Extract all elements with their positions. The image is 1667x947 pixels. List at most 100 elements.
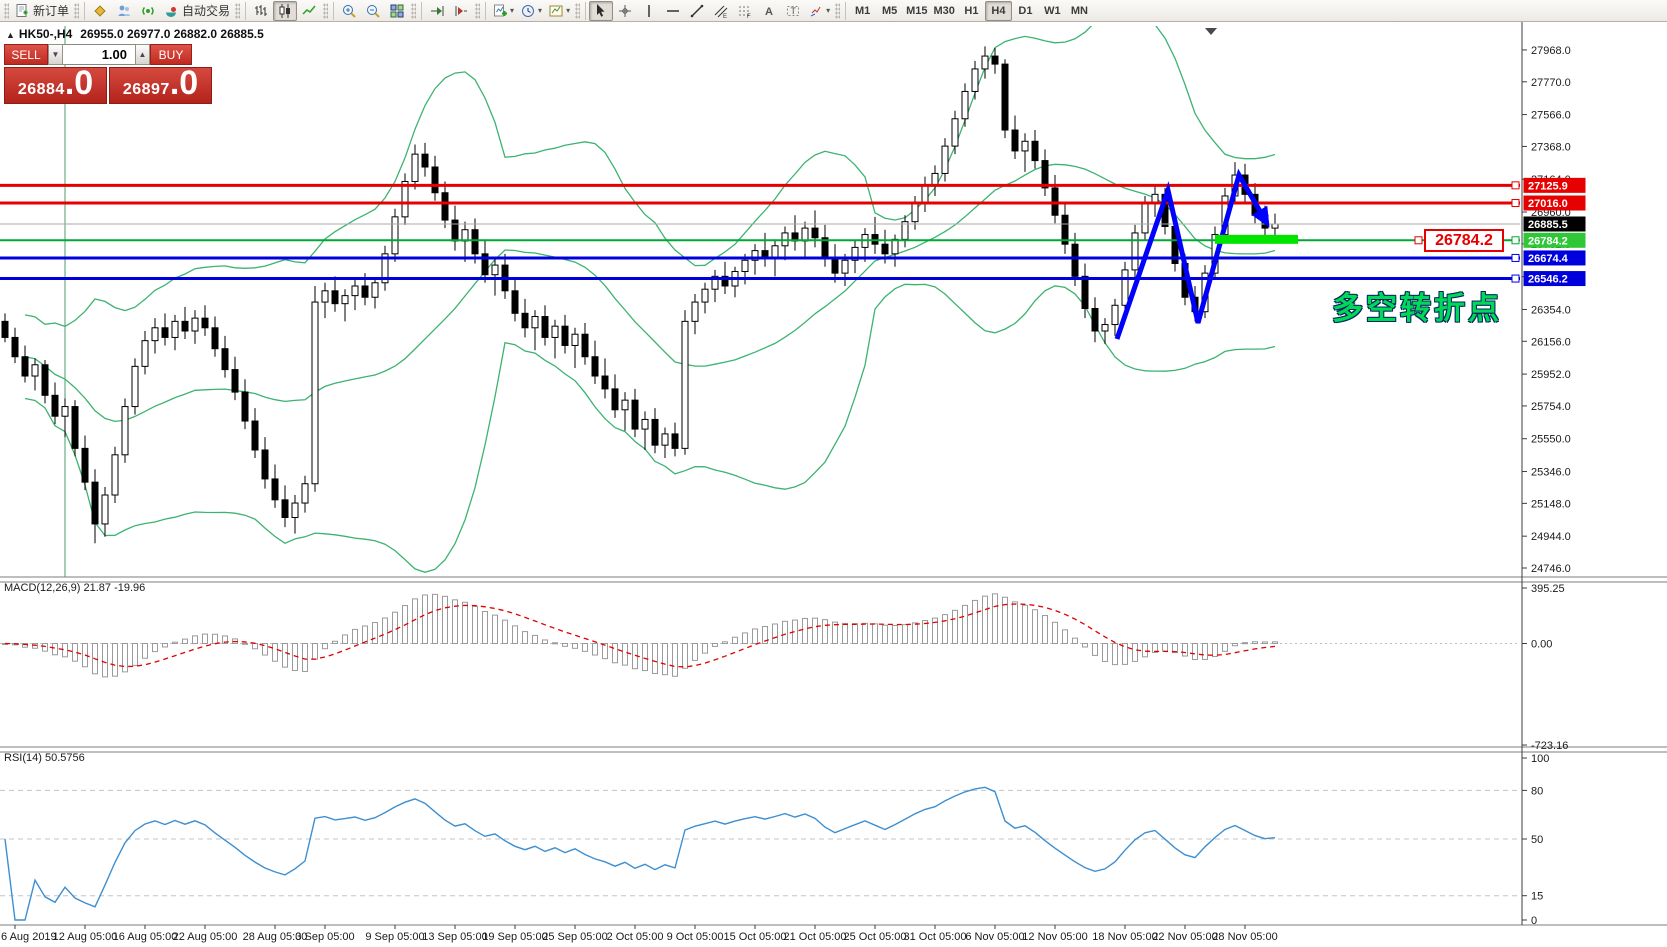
timeframe-m1[interactable]: M1	[849, 1, 876, 21]
templates-button[interactable]: ▾	[545, 1, 573, 21]
zoom-in-button[interactable]	[337, 1, 361, 21]
trendline-icon	[689, 3, 705, 19]
chart-shift-button[interactable]	[449, 1, 473, 21]
svg-text:31 Oct 05:00: 31 Oct 05:00	[904, 931, 967, 943]
crosshair-button[interactable]	[613, 1, 637, 21]
template-icon	[548, 3, 564, 19]
cursor-button[interactable]	[589, 0, 614, 21]
svg-text:A: A	[765, 6, 773, 18]
rsi-indicator-label: RSI(14) 50.5756	[4, 752, 85, 764]
users-icon	[116, 3, 132, 19]
collapse-panel-icon[interactable]: ▲	[6, 30, 15, 40]
tile-windows-button[interactable]	[385, 1, 409, 21]
indicators-button[interactable]: ▾	[489, 1, 517, 21]
svg-text:395.25: 395.25	[1531, 583, 1565, 595]
toolbar-grip	[323, 2, 329, 19]
fibonacci-button[interactable]: F	[733, 1, 757, 21]
marketwatch-icon-button[interactable]	[88, 1, 112, 21]
arrows-button[interactable]: ▾	[805, 1, 833, 21]
time-axis: 6 Aug 201912 Aug 05:0016 Aug 05:0022 Aug…	[1, 925, 1278, 943]
new-order-button[interactable]: 新订单	[11, 1, 72, 21]
toolbar-grip	[235, 2, 241, 19]
volume-increase-button[interactable]: ▲	[135, 44, 150, 65]
svg-text:27968.0: 27968.0	[1531, 45, 1571, 57]
text-label-button[interactable]: T	[781, 1, 805, 21]
periods-button[interactable]: ▾	[517, 1, 545, 21]
timeframe-h1[interactable]: H1	[958, 1, 985, 21]
indicators-icon	[492, 3, 508, 19]
timeframe-w1[interactable]: W1	[1039, 1, 1066, 21]
bar-chart-button[interactable]	[249, 1, 273, 21]
sell-price-fraction: .0	[64, 64, 94, 102]
buy-price-fraction: .0	[169, 64, 199, 102]
buy-button[interactable]: BUY	[150, 44, 192, 65]
toolbar-separator	[485, 1, 487, 20]
price-callout-box[interactable]: 26784.2	[1424, 229, 1504, 252]
rsi-value: 50.5756	[44, 752, 85, 764]
vertical-line-button[interactable]	[637, 1, 661, 21]
buy-price[interactable]: 26897 .0	[109, 64, 212, 104]
macd-name: MACD(12,26,9)	[4, 582, 81, 594]
svg-text:22 Nov 05:00: 22 Nov 05:00	[1152, 931, 1217, 943]
label-icon: T	[785, 3, 801, 19]
timeframe-mn[interactable]: MN	[1066, 1, 1093, 21]
candles-icon	[277, 3, 293, 19]
auto-scroll-button[interactable]	[425, 1, 449, 21]
svg-text:80: 80	[1531, 785, 1543, 797]
robot-icon	[163, 3, 179, 19]
line-icon	[301, 3, 317, 19]
toolbar-separator	[333, 1, 335, 20]
chevron-down-icon: ▾	[566, 6, 571, 15]
svg-text:26354.0: 26354.0	[1531, 304, 1571, 316]
svg-text:25 Oct 05:00: 25 Oct 05:00	[844, 931, 907, 943]
text-icon: A	[761, 3, 777, 19]
trendline-button[interactable]	[685, 1, 709, 21]
macd-indicator-label: MACD(12,26,9) 21.87 -19.96	[4, 582, 145, 594]
toolbar-grip	[835, 2, 841, 19]
svg-text:27125.9: 27125.9	[1528, 180, 1568, 192]
toolbar-grip	[411, 2, 417, 19]
svg-text:27016.0: 27016.0	[1528, 198, 1568, 210]
signals-button[interactable]	[136, 1, 160, 21]
svg-text:26674.4: 26674.4	[1528, 253, 1569, 265]
line-chart-button[interactable]	[297, 1, 321, 21]
chart-area[interactable]: 27968.027770.027566.027368.027164.026960…	[0, 0, 1667, 947]
timeframe-h4[interactable]: H4	[984, 0, 1012, 21]
horizontal-line-button[interactable]	[661, 1, 685, 21]
data-window-button[interactable]	[112, 1, 136, 21]
sell-price[interactable]: 26884 .0	[4, 64, 107, 104]
volume-input[interactable]	[63, 44, 135, 65]
sell-button[interactable]: SELL	[4, 44, 48, 65]
buy-price-main: 26897	[122, 81, 170, 98]
svg-text:E: E	[723, 14, 727, 19]
svg-text:F: F	[747, 14, 751, 19]
timeframe-d1[interactable]: D1	[1012, 1, 1039, 21]
equidistant-channel-button[interactable]: E	[709, 1, 733, 21]
chevron-down-icon: ▾	[826, 6, 831, 15]
svg-text:6 Nov 05:00: 6 Nov 05:00	[965, 931, 1024, 943]
timeframe-m15[interactable]: M15	[903, 1, 930, 21]
svg-text:25952.0: 25952.0	[1531, 369, 1571, 381]
toolbar-grip	[475, 2, 481, 19]
volume-decrease-button[interactable]: ▼	[48, 44, 63, 65]
rsi-name: RSI(14)	[4, 752, 42, 764]
zoom-out-button[interactable]	[361, 1, 385, 21]
price-axis: 27968.027770.027566.027368.027164.026960…	[1511, 45, 1586, 927]
spinner-up-icon: ▲	[138, 50, 147, 59]
tiles-icon	[389, 3, 405, 19]
candlestick-chart-button[interactable]	[273, 0, 298, 21]
autotrading-button[interactable]: 自动交易	[160, 1, 233, 21]
svg-text:0.00: 0.00	[1531, 639, 1552, 651]
timeframe-m5[interactable]: M5	[876, 1, 903, 21]
svg-text:16 Aug 05:00: 16 Aug 05:00	[113, 931, 178, 943]
timeframe-m30[interactable]: M30	[931, 1, 958, 21]
svg-text:15: 15	[1531, 891, 1543, 903]
text-button[interactable]: A	[757, 1, 781, 21]
svg-text:28 Nov 05:00: 28 Nov 05:00	[1212, 931, 1277, 943]
svg-text:0: 0	[1531, 915, 1537, 927]
macd-panel	[0, 593, 1520, 678]
svg-text:25754.0: 25754.0	[1531, 401, 1571, 413]
rsi-line	[4, 786, 1276, 921]
toolbar-button-label: 新订单	[33, 4, 70, 18]
svg-text:19 Sep 05:00: 19 Sep 05:00	[482, 931, 547, 943]
